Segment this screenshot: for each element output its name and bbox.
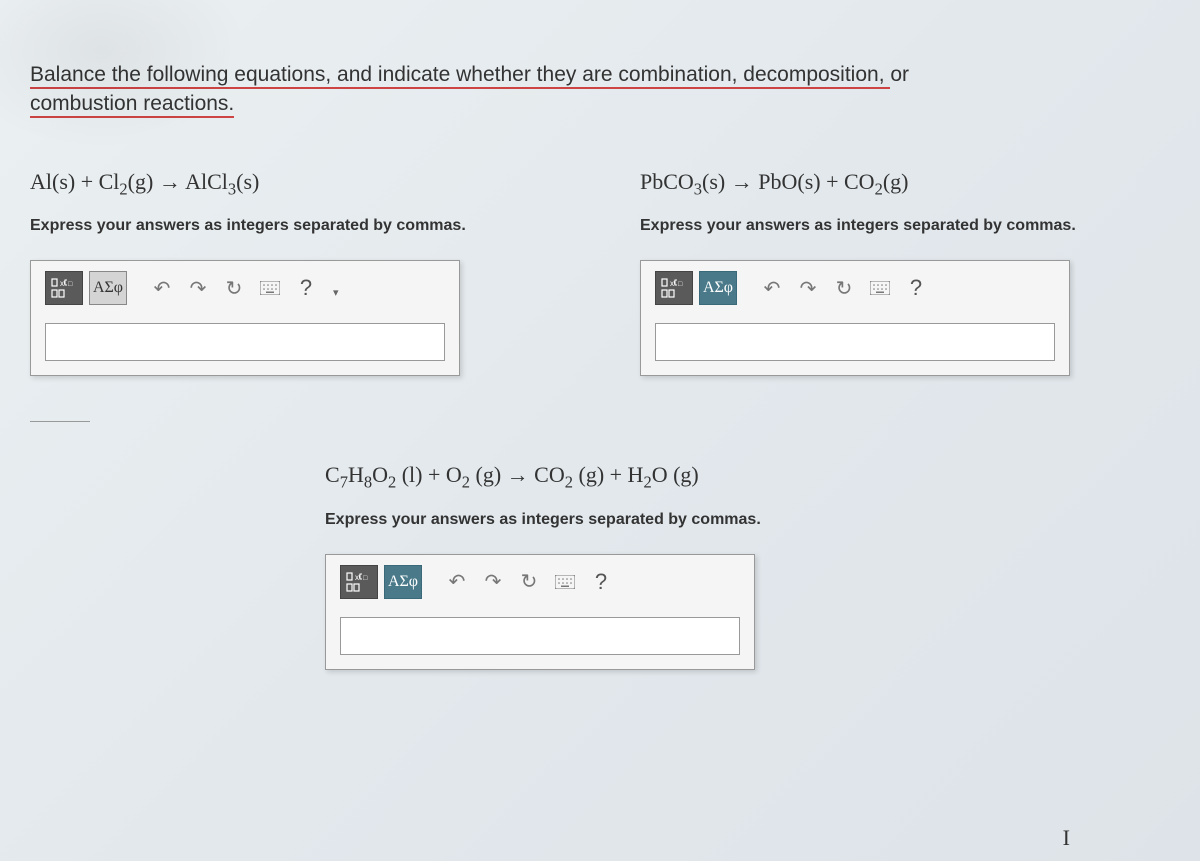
- reset-button[interactable]: ↻: [514, 565, 544, 599]
- templates-button[interactable]: x □: [45, 271, 83, 305]
- equation-2: PbCO3(s) → PbO(s) + CO2(g): [640, 169, 1170, 199]
- help-button[interactable]: ?: [901, 271, 931, 305]
- sub-instruction-2: Express your answers as integers separat…: [640, 217, 1170, 235]
- templates-button[interactable]: x □: [655, 271, 693, 305]
- sub-instruction-3: Express your answers as integers separat…: [325, 511, 875, 529]
- redo-button[interactable]: ↷: [793, 271, 823, 305]
- undo-button[interactable]: ↶: [757, 271, 787, 305]
- help-button[interactable]: ?: [291, 271, 321, 305]
- help-button[interactable]: ?: [586, 565, 616, 599]
- reset-button[interactable]: ↻: [829, 271, 859, 305]
- answer-widget-2: x □ ΑΣφ ↶ ↷ ↻ ?: [640, 260, 1070, 376]
- equation-3: C7H8O2 (l) + O2 (g) → CO2 (g) + H2O (g): [325, 462, 875, 492]
- keyboard-icon[interactable]: [550, 565, 580, 599]
- answer-widget-3: x □ ΑΣφ ↶ ↷ ↻ ?: [325, 554, 755, 670]
- svg-text:x: x: [60, 279, 64, 288]
- keyboard-icon[interactable]: [255, 271, 285, 305]
- templates-button[interactable]: x □: [340, 565, 378, 599]
- reset-button[interactable]: ↻: [219, 271, 249, 305]
- undo-button[interactable]: ↶: [147, 271, 177, 305]
- answer-input-1[interactable]: [45, 323, 445, 361]
- svg-text:x: x: [355, 573, 359, 582]
- toolbar-3: x □ ΑΣφ ↶ ↷ ↻ ?: [326, 555, 754, 609]
- question-1: Al(s) + Cl2(g) → AlCl3(s) Express your a…: [30, 169, 560, 422]
- answer-input-3[interactable]: [340, 617, 740, 655]
- main-instruction: Balance the following equations, and ind…: [30, 60, 1170, 119]
- question-3: C7H8O2 (l) + O2 (g) → CO2 (g) + H2O (g) …: [325, 462, 875, 669]
- toolbar-1: x □ ΑΣφ ↶ ↷ ↻ ? ▾: [31, 261, 459, 315]
- toolbar-2: x □ ΑΣφ ↶ ↷ ↻ ?: [641, 261, 1069, 315]
- text-cursor-icon: I: [1063, 825, 1070, 851]
- question-2: PbCO3(s) → PbO(s) + CO2(g) Express your …: [640, 169, 1170, 422]
- greek-button[interactable]: ΑΣφ: [89, 271, 127, 305]
- redo-button[interactable]: ↷: [478, 565, 508, 599]
- answer-input-2[interactable]: [655, 323, 1055, 361]
- keyboard-icon[interactable]: [865, 271, 895, 305]
- svg-text:□: □: [68, 281, 73, 288]
- menu-caret-icon[interactable]: ▾: [333, 286, 339, 299]
- svg-text:□: □: [678, 281, 683, 288]
- svg-text:x: x: [670, 279, 674, 288]
- score-underline: [30, 421, 90, 422]
- redo-button[interactable]: ↷: [183, 271, 213, 305]
- equation-1: Al(s) + Cl2(g) → AlCl3(s): [30, 169, 560, 199]
- greek-button[interactable]: ΑΣφ: [699, 271, 737, 305]
- greek-button[interactable]: ΑΣφ: [384, 565, 422, 599]
- sub-instruction-1: Express your answers as integers separat…: [30, 217, 560, 235]
- svg-text:□: □: [363, 575, 368, 582]
- undo-button[interactable]: ↶: [442, 565, 472, 599]
- answer-widget-1: x □ ΑΣφ ↶ ↷ ↻ ? ▾: [30, 260, 460, 376]
